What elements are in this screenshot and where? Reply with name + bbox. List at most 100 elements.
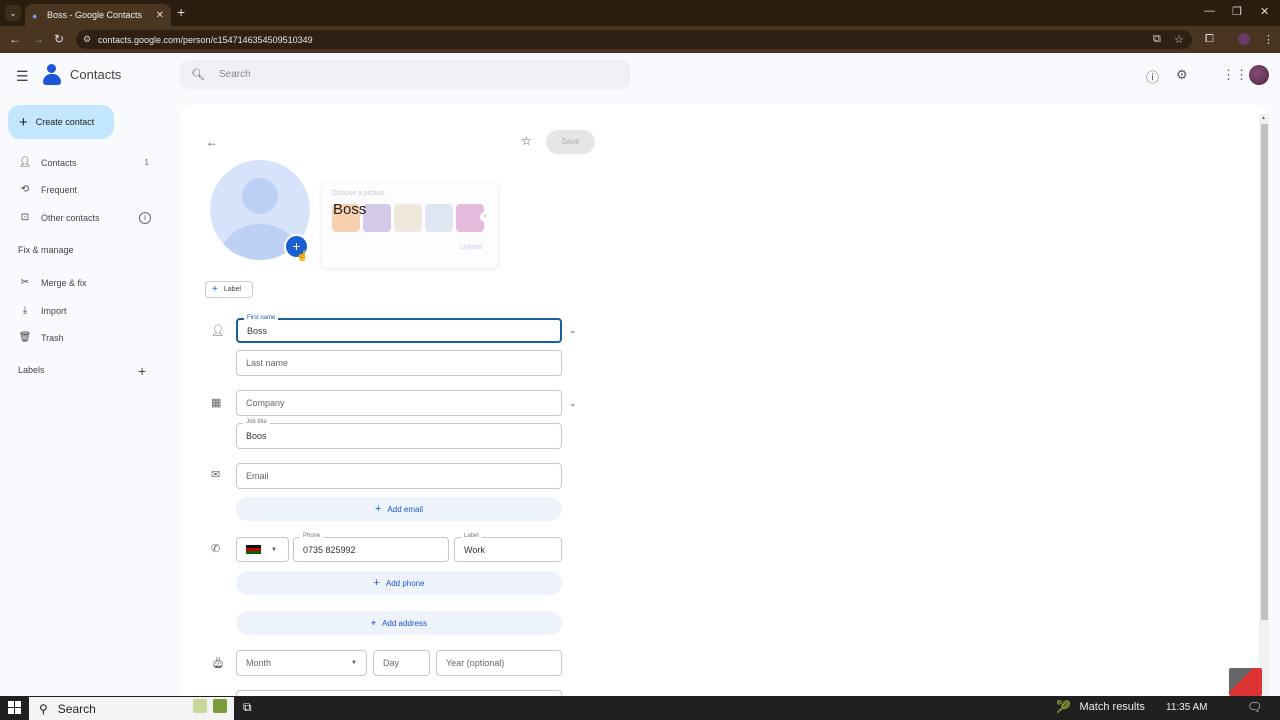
- close-tab-icon[interactable]: ✕: [156, 10, 164, 21]
- download-icon: ⤓: [22, 305, 28, 316]
- picture-thumbnail[interactable]: [425, 204, 453, 232]
- expand-name-chevron-icon[interactable]: ⌄: [569, 325, 577, 336]
- label-button-text: Label: [223, 286, 241, 293]
- labels-header: Labels: [18, 365, 45, 375]
- restore-icon[interactable]: ❐: [1232, 5, 1242, 18]
- contacts-logo-icon: [43, 64, 61, 86]
- tab-title: Boss - Google Contacts: [47, 10, 143, 20]
- site-info-icon[interactable]: ⚙: [83, 34, 91, 45]
- country-code-select[interactable]: ▼: [236, 537, 289, 562]
- plus-icon: +: [19, 113, 28, 131]
- picture-thumbnail[interactable]: [394, 204, 422, 232]
- month-placeholder: Month: [246, 658, 272, 668]
- sidebar-item-label: Frequent: [41, 184, 78, 195]
- apps-icon[interactable]: ⋮⋮: [1222, 67, 1248, 83]
- phone-label: Phone: [300, 533, 324, 539]
- add-label-icon[interactable]: +: [138, 363, 146, 379]
- clock[interactable]: 11:35 AM: [1166, 702, 1208, 713]
- add-email-button[interactable]: + Add email: [236, 497, 562, 521]
- contacts-favicon-icon: ●: [32, 10, 38, 21]
- help-icon[interactable]: ⓘ: [1146, 67, 1159, 86]
- match-results-widget[interactable]: 🎾︎ Match results: [1055, 699, 1145, 715]
- bookmark-star-icon[interactable]: ☆: [1174, 33, 1184, 46]
- forward-nav-icon[interactable]: →: [32, 32, 44, 46]
- settings-icon[interactable]: ⚙: [1176, 67, 1188, 83]
- job-title-field[interactable]: Job title Boos: [236, 419, 562, 449]
- add-address-label: Add address: [382, 618, 427, 628]
- back-nav-icon[interactable]: ←: [9, 32, 21, 46]
- email-field[interactable]: Email: [236, 463, 562, 489]
- scrollbar[interactable]: ▲: [1259, 114, 1269, 696]
- create-contact-label: Create contact: [35, 117, 95, 127]
- add-label-button[interactable]: + Label: [205, 281, 253, 298]
- install-app-icon[interactable]: ⧉: [1153, 33, 1161, 46]
- avatar[interactable]: [1249, 65, 1269, 85]
- scroll-up-icon[interactable]: ▲: [1261, 115, 1266, 121]
- contacts-count: 1: [144, 158, 149, 167]
- last-name-field[interactable]: Last name: [236, 350, 562, 376]
- dropdown-arrow-icon: ▼: [351, 660, 357, 666]
- main-menu-icon[interactable]: ☰: [16, 68, 29, 85]
- plus-icon: +: [212, 284, 218, 295]
- sidebar-item-trash[interactable]: 🗑︎ Trash: [18, 332, 153, 343]
- chevron-right-icon[interactable]: ›: [480, 212, 490, 222]
- task-view-icon[interactable]: ⧉: [243, 700, 252, 715]
- plus-icon: +: [373, 577, 380, 589]
- add-email-label: Add email: [387, 504, 423, 514]
- extensions-icon[interactable]: ⧠: [1205, 33, 1214, 46]
- info-icon[interactable]: i: [139, 211, 151, 224]
- sidebar-item-label: Other contacts: [41, 212, 100, 223]
- add-phone-button[interactable]: + Add phone: [236, 571, 562, 595]
- sidebar-item-frequent[interactable]: ⟲ Frequent: [18, 184, 153, 195]
- phone-label-field[interactable]: Label Work: [454, 533, 562, 562]
- sidebar-item-import[interactable]: ⤓ Import: [18, 305, 153, 316]
- expand-company-chevron-icon[interactable]: ⌄: [569, 398, 577, 409]
- phone-field[interactable]: Phone 0735 825992: [293, 533, 449, 562]
- phone-type-label: Label: [461, 533, 482, 539]
- search-placeholder: Search: [218, 69, 251, 80]
- taskbar-search[interactable]: ⚲ Search: [29, 697, 234, 720]
- email-placeholder: Email: [246, 471, 269, 481]
- search-input[interactable]: 🔍︎ Search: [180, 60, 630, 89]
- trash-icon: 🗑︎: [18, 332, 32, 343]
- sidebar-item-label: Merge & fix: [41, 277, 87, 288]
- sidebar-item-label: Contacts: [41, 157, 77, 168]
- sidebar-item-other-contacts[interactable]: ⊡ Other contacts i: [18, 211, 153, 224]
- sidebar-item-merge-fix[interactable]: ✂ Merge & fix: [18, 277, 153, 288]
- fix-manage-header: Fix & manage: [18, 245, 74, 255]
- first-name-label: First name: [244, 315, 279, 321]
- new-tab-button[interactable]: +: [177, 4, 185, 20]
- browser-tab[interactable]: ● Boss - Google Contacts ✕: [25, 4, 171, 26]
- person-icon: 👤︎: [211, 325, 225, 337]
- windows-start-icon[interactable]: [8, 701, 21, 714]
- browser-profile-icon[interactable]: [1238, 33, 1250, 45]
- day-field[interactable]: Day: [373, 650, 430, 676]
- close-window-icon[interactable]: ✕: [1260, 5, 1269, 18]
- add-address-button[interactable]: ⌖ Add address: [236, 611, 562, 635]
- company-field[interactable]: Company: [236, 390, 562, 416]
- url-bar[interactable]: ⚙ contacts.google.com/person/c1547146354…: [76, 30, 1192, 49]
- tennis-ball-icon: 🎾︎: [1055, 699, 1072, 714]
- scrollbar-thumb[interactable]: [1261, 124, 1268, 620]
- sidebar-item-contacts[interactable]: 👤︎ Contacts 1: [18, 157, 153, 168]
- first-name-field[interactable]: First name Boss: [236, 315, 562, 343]
- year-field[interactable]: Year (optional): [436, 650, 562, 676]
- back-arrow-icon[interactable]: ←: [206, 135, 218, 149]
- pointer-cursor-icon: ☝: [296, 251, 309, 262]
- notification-icon[interactable]: 🗨︎: [1247, 700, 1262, 714]
- create-contact-button[interactable]: + Create contact: [8, 105, 114, 139]
- year-placeholder: Year (optional): [446, 658, 505, 668]
- month-select[interactable]: Month ▼: [236, 650, 367, 676]
- browser-menu-icon[interactable]: ⋮: [1263, 33, 1274, 46]
- inbox-icon: ⊡: [20, 212, 30, 223]
- sidebar-item-label: Trash: [41, 332, 64, 343]
- picture-thumbnail[interactable]: [363, 204, 391, 232]
- minimize-icon[interactable]: —: [1204, 5, 1215, 17]
- tab-search-button[interactable]: ⌄: [5, 5, 21, 21]
- reload-icon[interactable]: ↻: [54, 32, 64, 46]
- favorite-star-icon[interactable]: ☆: [521, 134, 532, 148]
- upload-link[interactable]: Upload: [460, 244, 482, 251]
- person-icon: 👤︎: [18, 157, 32, 168]
- save-button[interactable]: Save: [546, 130, 595, 154]
- name-overlay: Boss: [333, 201, 367, 218]
